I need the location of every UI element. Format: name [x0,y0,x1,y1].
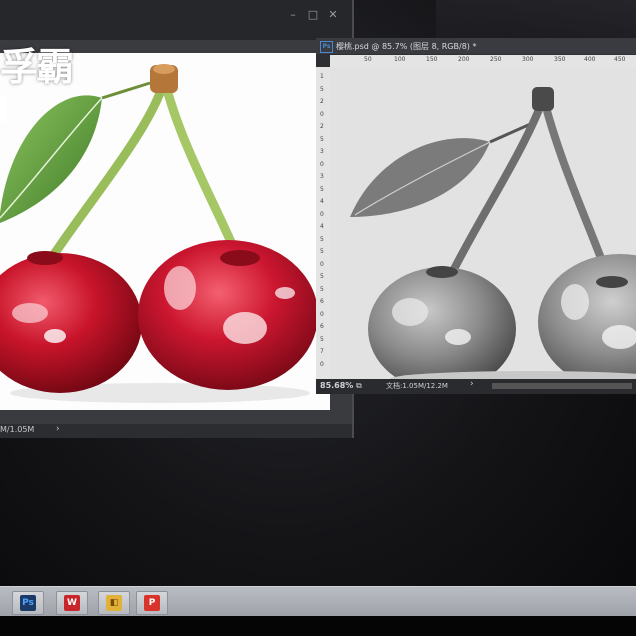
watermark-mark [0,96,6,122]
horizontal-scrollbar[interactable] [492,383,632,389]
wps-presentation-icon: P [144,595,160,611]
ruler-label: 5 [320,248,324,255]
ruler-label: 400 [584,56,596,63]
left-canvas-color-cherries[interactable] [0,53,330,410]
ruler-label: 2 [320,98,324,105]
top-ruler[interactable]: 50 100 150 200 250 300 350 400 450 [330,55,636,67]
ruler-label: 5 [320,273,324,280]
watermark-text: 孚霸 [0,44,74,89]
taskbar-wps-presentation-button[interactable]: P [136,591,168,615]
ruler-label: 5 [320,235,324,243]
ruler-label: 0 [320,160,324,168]
ruler-label: 6 [320,298,324,305]
status-arrow-icon[interactable]: › [470,379,474,389]
ruler-label: 2 [320,123,324,130]
ruler-label: 0 [320,360,324,368]
taskbar: Ps W ◧ P [0,586,636,617]
left-window-titlebar[interactable]: – □ ✕ [0,0,352,40]
ruler-label: 1 [320,73,324,80]
ruler-label: 7 [320,348,324,355]
taskbar-image-viewer-button[interactable]: ◧ [98,591,130,615]
right-ps-document-window[interactable]: Ps 樱桃.psd @ 85.7% (图层 8, RGB/8) * 50 100… [316,38,636,394]
monitor-screen: – □ ✕ M/1.05M › 孚霸 Ps 樱桃.psd @ 85.7% (图层… [0,0,636,636]
ruler-label: 100 [394,56,406,63]
photoshop-icon: Ps [20,595,36,611]
doc-size: 文档:1.05M/12.2M [386,382,448,390]
color-cherries-image [0,64,318,403]
document-tab-title: 樱桃.psd @ 85.7% (图层 8, RGB/8) * [336,42,477,51]
ruler-label: 350 [554,56,566,63]
left-status-arrow-icon[interactable]: › [56,424,60,434]
grayscale-cherries-image [330,67,636,383]
monitor-bezel [0,616,636,636]
minimize-icon[interactable]: – [286,8,300,22]
ruler-label: 250 [490,56,502,63]
ruler-label: 6 [320,323,324,330]
export-icon[interactable]: ⧉ [356,381,362,391]
ruler-label: 4 [320,198,324,205]
ruler-label: 5 [320,135,324,143]
ruler-label: 450 [614,56,626,63]
ruler-label: 5 [320,335,324,343]
ruler-label: 4 [320,223,324,230]
ruler-label: 50 [364,56,372,63]
ruler-label: 3 [320,173,324,180]
left-ruler[interactable]: 1 5 2 0 2 5 3 0 3 5 4 0 4 5 5 0 5 5 6 0 6 5 7 0 [316,67,330,383]
ruler-label: 5 [320,85,324,93]
left-doc-size: M/1.05M [0,425,35,434]
ruler-label: 0 [320,310,324,318]
ruler-label: 150 [426,56,438,63]
taskbar-wps-writer-button[interactable]: W [56,591,88,615]
ruler-label: 5 [320,185,324,193]
right-status-bar: 85.68% ⧉ 文档:1.05M/12.2M › [316,379,636,394]
ruler-label: 0 [320,210,324,218]
photoshop-icon: Ps [320,41,333,53]
ruler-label: 300 [522,56,534,63]
document-tab[interactable]: Ps 樱桃.psd @ 85.7% (图层 8, RGB/8) * [316,38,636,54]
ruler-label: 5 [320,285,324,293]
maximize-icon[interactable]: □ [306,8,320,22]
ruler-label: 0 [320,110,324,118]
zoom-level[interactable]: 85.68% [320,381,353,390]
ruler-label: 200 [458,56,470,63]
close-icon[interactable]: ✕ [326,8,340,22]
image-viewer-icon: ◧ [106,595,122,611]
ruler-label: 3 [320,148,324,155]
taskbar-photoshop-button[interactable]: Ps [12,591,44,615]
left-status-bar: M/1.05M › [0,424,352,438]
right-canvas-grayscale-cherries[interactable] [330,67,636,383]
wps-writer-icon: W [64,595,80,611]
ruler-label: 0 [320,260,324,268]
